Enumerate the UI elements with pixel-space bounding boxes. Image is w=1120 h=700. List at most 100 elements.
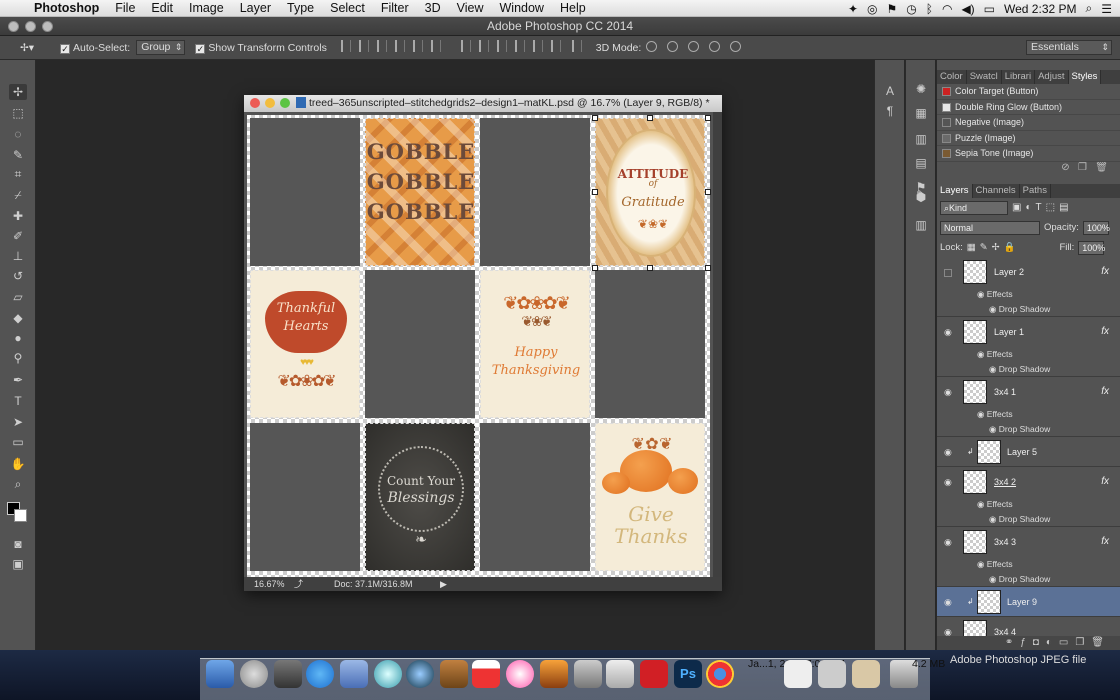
filter-smart-icon[interactable]: ▤ [1059,202,1068,213]
mission-control-icon[interactable] [274,660,302,688]
navigator-panel-icon[interactable]: ✺ [914,82,928,96]
tab-paths[interactable]: Paths [1020,183,1051,198]
workspace-dropdown[interactable]: Essentials [1026,40,1112,55]
eye-icon[interactable]: ◉ [944,447,952,458]
battery-icon[interactable]: ▭ [984,2,995,16]
new-style-icon[interactable]: ❐ [1078,162,1087,173]
contacts-icon[interactable] [440,660,468,688]
fx-icon[interactable]: fx [1101,476,1109,487]
add-mask-icon[interactable]: ◘ [1033,637,1046,648]
distribute-bottom-icon[interactable] [496,40,507,52]
document-scrollbar[interactable] [713,112,722,577]
healing-tool-icon[interactable]: ✚ [9,208,27,224]
tab-styles[interactable]: Styles [1068,70,1102,84]
distribute-top-icon[interactable] [460,40,471,52]
cc-icon[interactable]: ◎ [867,2,877,16]
style-item[interactable]: Sepia Tone (Image) [937,146,1120,162]
transform-handle[interactable] [705,189,711,195]
layer-name[interactable]: Layer 2 [994,267,1024,277]
zoom-tool-icon[interactable]: ⌕ [9,476,27,492]
lock-pixels-icon[interactable]: ✎ [980,242,988,253]
distribute-middle-icon[interactable] [478,40,489,52]
photo-app-icon[interactable] [540,660,568,688]
opacity-field[interactable]: 100% [1082,220,1110,235]
give-thanks-card[interactable]: ❦ ✿ ❦ Give Thanks [595,423,705,571]
histogram-panel-icon[interactable]: ▤ [914,156,928,170]
transform-handle[interactable] [592,189,598,195]
stickies-icon[interactable] [606,660,634,688]
style-item[interactable]: Negative (Image) [937,115,1120,131]
distribute-left-icon[interactable] [514,40,525,52]
zoom-level[interactable]: 16.67% [254,577,285,591]
eyedropper-tool-icon[interactable]: ⌿ [9,187,27,203]
stamp-tool-icon[interactable]: ⊥ [9,248,27,264]
layer-name[interactable]: 3x4 3 [994,537,1016,547]
distribute-center-icon[interactable] [532,40,543,52]
photo-slot[interactable] [250,118,360,266]
layer-row-selected[interactable]: ◉ ↲ Layer 9 [937,587,1120,617]
kind-filter-dropdown[interactable]: ⌕Kind [940,200,1008,215]
eye-icon[interactable]: ◉ [944,387,952,398]
tab-adjustments[interactable]: Adjust [1035,70,1069,84]
utility-icon[interactable] [574,660,602,688]
transform-handle[interactable] [647,115,653,121]
lasso-tool-icon[interactable]: ◌ [9,126,27,142]
transform-handle[interactable] [592,115,598,121]
filter-pixel-icon[interactable]: ▣ [1012,202,1021,213]
dodge-tool-icon[interactable]: ⚲ [9,350,27,366]
slide-3d-icon[interactable] [709,40,721,52]
transform-handle[interactable] [592,265,598,271]
blur-tool-icon[interactable]: ● [9,330,27,346]
menu-file[interactable]: File [107,1,143,15]
flag-icon[interactable]: ⚑ [887,2,898,16]
close-button[interactable] [8,21,19,32]
info-panel-icon[interactable]: ▦ [914,106,928,120]
align-left-icon[interactable] [394,40,405,52]
tab-libraries[interactable]: Librari [1002,70,1036,84]
layer-row[interactable]: ◉ 3x4 3 fx ◉ Effects ◉ Drop Shadow [937,527,1120,587]
notifications-icon[interactable]: ☰ [1101,2,1112,16]
color-swatches[interactable] [5,500,31,522]
move-tool-preset-icon[interactable]: ✢▾ [20,42,48,54]
align-top-icon[interactable] [340,40,351,52]
photo-slot[interactable] [595,270,705,418]
layer-name[interactable]: Layer 1 [994,327,1024,337]
scale-3d-icon[interactable] [730,40,742,52]
eye-icon[interactable]: ◉ [944,477,952,488]
effects-item[interactable]: ◉ Effects [977,289,1013,300]
type-tool-icon[interactable]: T [9,393,27,409]
fx-icon[interactable]: fx [1101,266,1109,277]
auto-select-toggle[interactable]: ✓ Auto-Select: [60,42,130,54]
brush-tool-icon[interactable]: ✐ [9,228,27,244]
adjustments-panel-icon[interactable]: ▥ [914,132,928,146]
style-item[interactable]: Color Target (Button) [937,84,1120,100]
document-icon[interactable] [818,660,846,688]
crop-tool-icon[interactable]: ⌗ [9,166,27,182]
background-color[interactable] [14,509,27,522]
marquee-tool-icon[interactable]: ⬚ [9,105,27,121]
count-blessings-card[interactable]: Count Your Blessings ❧ [365,423,475,571]
document-icon[interactable] [852,660,880,688]
photo-slot[interactable] [250,423,360,571]
visibility-toggle[interactable] [944,269,952,277]
canvas[interactable]: GOBBLE GOBBLE GOBBLE ATTITUDE of Gratitu… [247,115,711,577]
layer-name[interactable]: Layer 5 [1007,447,1037,457]
menu-edit[interactable]: Edit [143,1,181,15]
time-machine-icon[interactable]: ◷ [906,2,916,16]
effects-item[interactable]: ◉ Effects [977,559,1013,570]
dropbox-icon[interactable]: ✦ [848,2,858,16]
menu-app[interactable]: Photoshop [30,1,107,15]
filter-type-icon[interactable]: T [1036,202,1042,213]
delete-style-icon[interactable]: 🗑 [1095,162,1108,173]
photoshop-icon[interactable]: Ps [674,660,702,688]
menu-filter[interactable]: Filter [373,1,417,15]
show-transform-toggle[interactable]: ✓ Show Transform Controls [195,42,327,54]
align-center-icon[interactable] [412,40,423,52]
layer-name[interactable]: 3x4 1 [994,387,1016,397]
doc-close-button[interactable] [250,98,260,108]
chrome-icon[interactable] [706,660,734,688]
doc-minimize-button[interactable] [265,98,275,108]
layer-row[interactable]: ◉ 3x4 2 fx ◉ Effects ◉ Drop Shadow [937,467,1120,527]
menu-window[interactable]: Window [492,1,552,15]
3d-panel-icon[interactable]: ⬢ [914,190,928,204]
